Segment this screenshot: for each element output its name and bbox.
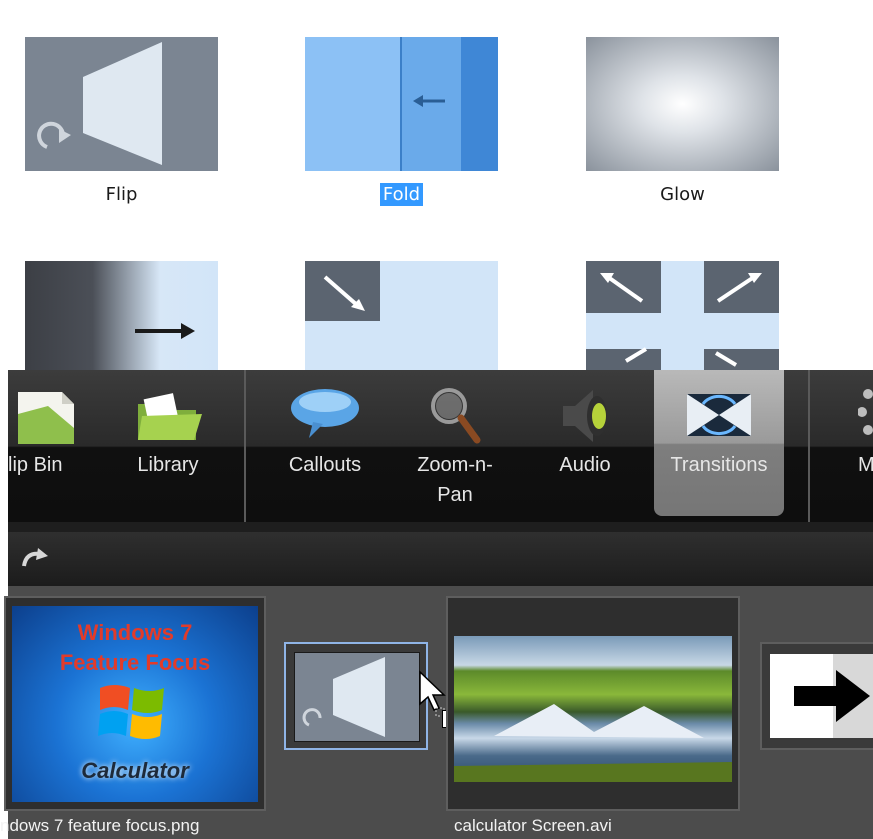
toolbar-separator [808, 370, 810, 522]
expand-arrows-transition-thumbnail[interactable] [586, 261, 779, 370]
thumbnail-title-line2: Feature Focus [59, 650, 211, 675]
tab-clip-bin-label: lip Bin [8, 454, 63, 476]
magnifier-icon [431, 388, 481, 444]
task-toolbar: lip Bin Library Callouts Zoom-n- Pan Aud… [8, 370, 873, 522]
transitions-icon [687, 394, 751, 436]
fold-label[interactable]: Fold [305, 183, 498, 206]
transition-drop-slot[interactable] [284, 642, 428, 750]
tab-zoom-n-pan-label: Zoom-n- Pan [417, 454, 493, 506]
clip-name: calculator Screen.avi [454, 816, 612, 835]
tab-callouts-label: Callouts [288, 454, 362, 476]
arrow-transition-thumbnail [770, 654, 873, 738]
clip-bin-icon [18, 392, 74, 444]
flip-label[interactable]: Flip [25, 184, 218, 205]
inset-transition-thumbnail[interactable] [305, 261, 498, 370]
library-folder-icon [138, 393, 202, 440]
tab-zoom-n-pan[interactable]: Zoom-n- Pan [400, 370, 510, 522]
timeline-controls [8, 532, 873, 586]
glow-label[interactable]: Glow [586, 184, 779, 205]
clip-thumbnail [454, 636, 732, 782]
tab-callouts[interactable]: Callouts [270, 370, 380, 522]
toolbar-bottom-border [8, 522, 873, 532]
transition-slot[interactable] [760, 642, 873, 750]
more-icon [858, 389, 873, 435]
thumbnail-title-line1: Windows 7 [77, 620, 193, 645]
tab-more-label: M [858, 454, 873, 476]
flip-transition-thumbnail[interactable] [25, 37, 218, 171]
tab-audio-label: Audio [559, 454, 611, 476]
landscape-image [454, 704, 732, 782]
toolbar-separator [244, 370, 246, 522]
transitions-gallery: Flip Fold Glow [0, 0, 873, 370]
tab-more[interactable]: M [838, 370, 873, 522]
right-arrow-icon [794, 670, 870, 722]
clip-name: ndows 7 feature focus.png [0, 816, 200, 835]
glow-transition-thumbnail[interactable] [586, 37, 779, 171]
clip-windows7-feature-focus[interactable]: Windows 7 Feature Focus Calculator [4, 596, 266, 811]
speaker-icon [563, 390, 607, 442]
tab-clip-bin[interactable]: lip Bin [8, 370, 88, 522]
expand-arrows-icon [586, 261, 779, 370]
right-arrow-icon [135, 323, 195, 339]
storyboard-track: Windows 7 Feature Focus Calculator ndows… [0, 586, 873, 839]
tab-library[interactable]: Library [118, 370, 218, 522]
flip-transition-thumbnail [294, 652, 420, 742]
tab-audio[interactable]: Audio [540, 370, 630, 522]
diagonal-arrow-icon [305, 261, 380, 321]
tab-transitions[interactable]: Transitions [654, 370, 784, 522]
tab-transitions-label: Transitions [670, 454, 768, 476]
windows-logo-icon [98, 685, 164, 739]
flip-icon [302, 657, 385, 737]
tab-library-label: Library [137, 454, 199, 476]
flip-icon [37, 42, 162, 165]
speech-bubble-icon [291, 389, 359, 438]
redo-arrow-icon[interactable] [20, 544, 50, 574]
fold-transition-thumbnail[interactable] [305, 37, 498, 171]
gradient-wipe-transition-thumbnail[interactable] [25, 261, 218, 370]
clip-thumbnail: Windows 7 Feature Focus Calculator [12, 606, 258, 802]
fold-icon [305, 37, 498, 171]
clip-calculator-screen[interactable] [446, 596, 740, 811]
thumbnail-caption: Calculator [81, 758, 189, 783]
